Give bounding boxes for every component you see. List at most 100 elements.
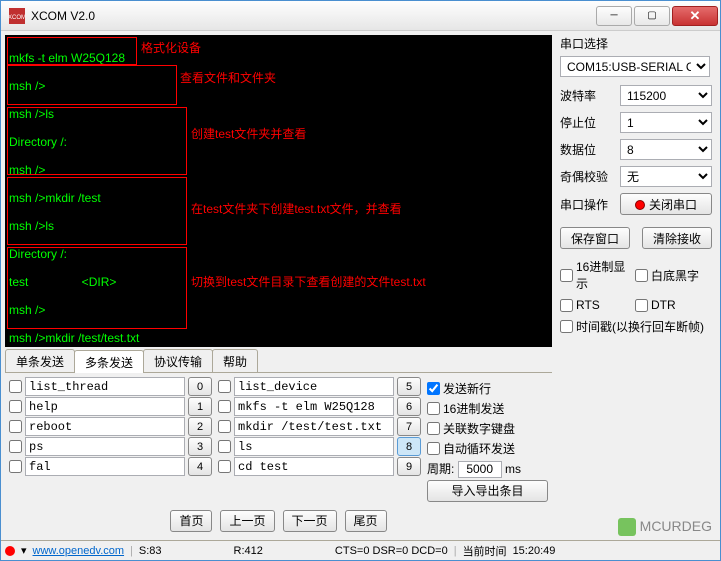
status-sent: S:83 — [139, 545, 162, 557]
send-row: 9 — [218, 457, 421, 476]
annotation-box — [7, 177, 187, 245]
nav-next-button[interactable]: 下一页 — [283, 510, 337, 532]
numpad-label: 关联数字键盘 — [443, 420, 515, 437]
tab-multi-send[interactable]: 多条发送 — [74, 350, 144, 373]
send-text-input[interactable] — [234, 417, 394, 436]
send-text-input[interactable] — [25, 457, 185, 476]
stop-label: 停止位 — [560, 114, 614, 131]
data-label: 数据位 — [560, 141, 614, 158]
send-text-input[interactable] — [234, 377, 394, 396]
rts-checkbox[interactable] — [560, 299, 573, 312]
send-checkbox[interactable] — [218, 440, 231, 453]
white-bg-checkbox[interactable] — [635, 269, 648, 282]
window-title: XCOM V2.0 — [31, 9, 596, 23]
send-checkbox[interactable] — [218, 420, 231, 433]
port-select[interactable]: COM15:USB-SERIAL CH34 — [560, 56, 710, 77]
statusbar: ▾ www.openedv.com | S:83 R:412 CTS=0 DSR… — [1, 540, 720, 560]
annotation-box — [7, 65, 177, 105]
send-checkbox[interactable] — [9, 420, 22, 433]
send-text-input[interactable] — [25, 417, 185, 436]
tab-single-send[interactable]: 单条发送 — [5, 349, 75, 372]
send-checkbox[interactable] — [218, 400, 231, 413]
stop-select[interactable]: 1 — [620, 112, 712, 133]
rts-label: RTS — [576, 298, 600, 312]
send-num-button[interactable]: 7 — [397, 417, 421, 436]
send-newline-checkbox[interactable] — [427, 382, 440, 395]
send-num-button[interactable]: 0 — [188, 377, 212, 396]
send-text-input[interactable] — [234, 397, 394, 416]
hex-display-checkbox[interactable] — [560, 269, 573, 282]
send-num-button[interactable]: 3 — [188, 437, 212, 456]
send-num-button[interactable]: 1 — [188, 397, 212, 416]
record-icon — [635, 200, 645, 210]
send-row: 7 — [218, 417, 421, 436]
hex-send-checkbox[interactable] — [427, 402, 440, 415]
status-recv: R:412 — [234, 545, 263, 557]
status-cts: CTS=0 DSR=0 DCD=0 — [335, 545, 448, 557]
terminal-output[interactable]: mkfs -t elm W25Q128 msh /> msh />ls Dire… — [5, 35, 552, 347]
status-time: 15:20:49 — [513, 545, 556, 557]
auto-loop-checkbox[interactable] — [427, 442, 440, 455]
watermark: MCURDEG — [618, 518, 712, 536]
import-export-button[interactable]: 导入导出条目 — [427, 480, 548, 502]
close-serial-button[interactable]: 关闭串口 — [620, 193, 712, 215]
nav-prev-button[interactable]: 上一页 — [220, 510, 274, 532]
status-dot-icon — [5, 546, 15, 556]
terminal-line: msh />mkdir /test/test.txt — [9, 331, 548, 345]
data-select[interactable]: 8 — [620, 139, 712, 160]
send-row: 0 — [9, 377, 212, 396]
send-checkbox[interactable] — [218, 380, 231, 393]
send-num-button[interactable]: 8 — [397, 437, 421, 456]
numpad-checkbox[interactable] — [427, 422, 440, 435]
send-row: 1 — [9, 397, 212, 416]
send-row: 6 — [218, 397, 421, 416]
send-checkbox[interactable] — [9, 440, 22, 453]
send-text-input[interactable] — [234, 437, 394, 456]
send-text-input[interactable] — [25, 397, 185, 416]
tab-help[interactable]: 帮助 — [212, 349, 258, 372]
period-input[interactable] — [458, 461, 502, 478]
send-text-input[interactable] — [234, 457, 394, 476]
save-window-button[interactable]: 保存窗口 — [560, 227, 630, 249]
send-text-input[interactable] — [25, 437, 185, 456]
send-row: 8 — [218, 437, 421, 456]
titlebar: XCOM XCOM V2.0 ─ ▢ ✕ — [1, 1, 720, 31]
send-num-button[interactable]: 9 — [397, 457, 421, 476]
serial-select-title: 串口选择 — [560, 35, 712, 52]
tab-protocol[interactable]: 协议传输 — [143, 349, 213, 372]
nav-last-button[interactable]: 尾页 — [345, 510, 387, 532]
dropdown-icon[interactable]: ▾ — [21, 544, 27, 557]
baud-label: 波特率 — [560, 87, 614, 104]
dtr-checkbox[interactable] — [635, 299, 648, 312]
clear-recv-button[interactable]: 清除接收 — [642, 227, 712, 249]
send-newline-label: 发送新行 — [443, 380, 491, 397]
app-icon: XCOM — [9, 8, 25, 24]
annotation-box — [7, 37, 137, 65]
send-text-input[interactable] — [25, 377, 185, 396]
minimize-button[interactable]: ─ — [596, 6, 632, 26]
maximize-button[interactable]: ▢ — [634, 6, 670, 26]
multi-send-panel: 0 1 2 3 4 5 6 7 8 9 发送新行 16进制发送 关联数字键盘 — [5, 373, 552, 506]
send-row: 3 — [9, 437, 212, 456]
send-checkbox[interactable] — [9, 400, 22, 413]
status-url[interactable]: www.openedv.com — [33, 545, 125, 557]
close-button[interactable]: ✕ — [672, 6, 718, 26]
send-num-button[interactable]: 6 — [397, 397, 421, 416]
parity-label: 奇偶校验 — [560, 168, 614, 185]
auto-loop-label: 自动循环发送 — [443, 440, 515, 457]
send-num-button[interactable]: 5 — [397, 377, 421, 396]
send-row: 5 — [218, 377, 421, 396]
send-checkbox[interactable] — [9, 460, 22, 473]
nav-first-button[interactable]: 首页 — [170, 510, 212, 532]
parity-select[interactable]: 无 — [620, 166, 712, 187]
annotation-box — [7, 107, 187, 175]
send-row: 4 — [9, 457, 212, 476]
send-num-button[interactable]: 2 — [188, 417, 212, 436]
send-row: 2 — [9, 417, 212, 436]
send-checkbox[interactable] — [9, 380, 22, 393]
send-num-button[interactable]: 4 — [188, 457, 212, 476]
baud-select[interactable]: 115200 — [620, 85, 712, 106]
timestamp-checkbox[interactable] — [560, 320, 573, 333]
send-checkbox[interactable] — [218, 460, 231, 473]
annotation-box — [7, 247, 187, 329]
